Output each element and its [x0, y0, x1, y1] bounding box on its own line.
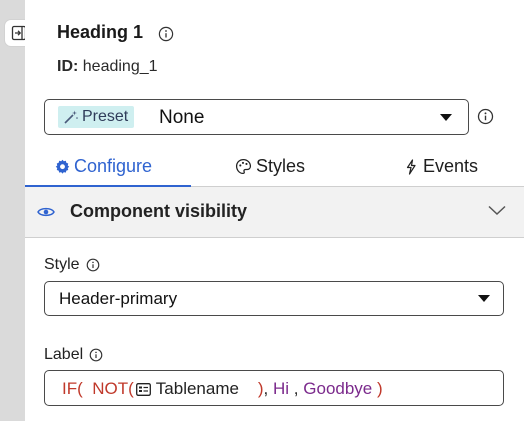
style-value: Header-primary [59, 289, 178, 308]
section-title: Component visibility [70, 201, 248, 221]
preset-chip: Preset [58, 106, 135, 128]
tab-styles-label: Styles [256, 156, 306, 176]
style-field-label: Style [44, 256, 100, 274]
section-component-visibility[interactable]: Component visibility [25, 187, 524, 238]
gear-icon [55, 159, 70, 174]
tab-configure-label: Configure [74, 156, 153, 176]
id-label: ID: [57, 58, 79, 75]
label-field-label: Label [44, 346, 103, 364]
lightning-icon [406, 158, 416, 175]
label-expression-input[interactable]: IF( NOT( Tablename ) , Hi , Goodbye ) [44, 370, 504, 406]
tab-configure[interactable]: Configure [55, 156, 152, 177]
field-reference-name: Tablename [155, 379, 239, 398]
tab-bar: Configure Styles Events [25, 148, 524, 187]
table-reference-icon [135, 382, 151, 396]
tab-styles[interactable]: Styles [235, 156, 305, 177]
left-rail [0, 0, 25, 421]
tab-events[interactable]: Events [403, 156, 478, 177]
properties-panel: Heading 1 ID: heading_1 Preset None Conf… [25, 0, 524, 421]
preset-dropdown[interactable]: Preset None [44, 99, 469, 135]
expr-arg-true: Hi [273, 379, 290, 398]
tab-events-label: Events [423, 156, 479, 176]
info-icon[interactable] [86, 258, 100, 272]
label-label-text: Label [44, 346, 84, 363]
palette-icon [235, 158, 252, 175]
expr-close-if: ) [377, 379, 383, 398]
style-dropdown[interactable]: Header-primary [44, 281, 504, 316]
preset-chip-label: Preset [82, 108, 129, 125]
preset-info-icon[interactable] [477, 108, 494, 125]
id-value: heading_1 [82, 58, 158, 75]
expr-arg-false: Goodbye [303, 379, 373, 398]
component-id: ID: heading_1 [57, 58, 158, 76]
magic-wand-icon [64, 110, 78, 124]
style-label-text: Style [44, 256, 80, 273]
preset-value: None [159, 107, 205, 128]
eye-icon [37, 207, 55, 217]
expr-if: IF( [62, 379, 83, 398]
expression-content: IF( NOT( Tablename ) , Hi , Goodbye ) [62, 379, 383, 399]
caret-down-icon [440, 114, 452, 121]
info-icon[interactable] [158, 26, 174, 42]
field-reference[interactable]: Tablename [134, 379, 239, 399]
component-title: Heading 1 [57, 22, 144, 42]
info-icon[interactable] [89, 348, 103, 362]
caret-down-icon [478, 295, 490, 302]
chevron-down-icon [488, 205, 506, 216]
expr-not: NOT( [92, 379, 134, 398]
